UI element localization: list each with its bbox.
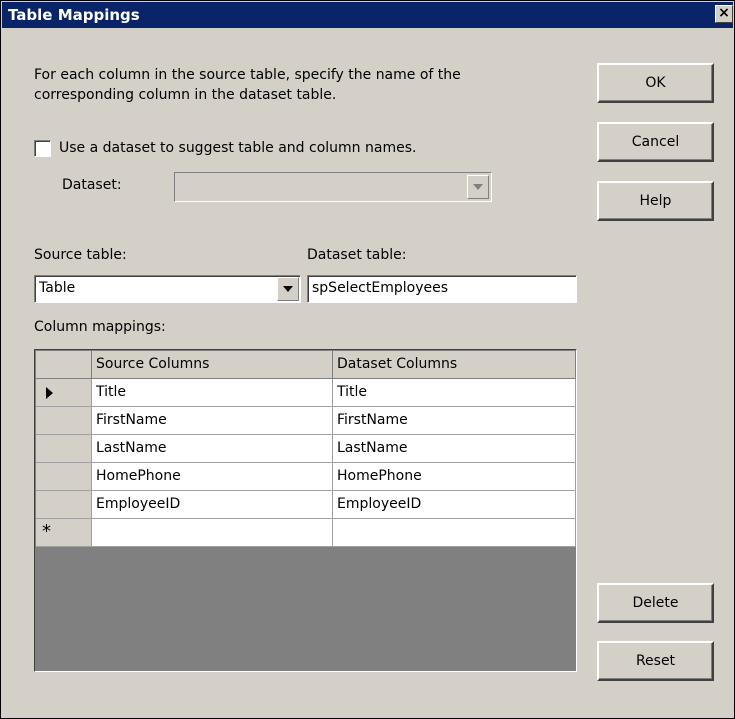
dataset-column-cell[interactable]: LastName (333, 435, 576, 463)
dataset-column-cell[interactable]: FirstName (333, 407, 576, 435)
dataset-table-input[interactable]: spSelectEmployees (307, 275, 577, 303)
source-column-cell[interactable]: FirstName (92, 407, 333, 435)
description-line-2: corresponding column in the dataset tabl… (34, 87, 337, 103)
dataset-column-cell[interactable]: Title (333, 379, 576, 407)
delete-button[interactable]: Delete (597, 583, 714, 623)
cancel-button-label: Cancel (631, 134, 680, 150)
dataset-label: Dataset: (62, 177, 122, 193)
dataset-columns-header[interactable]: Dataset Columns (333, 351, 576, 379)
table-row[interactable]: Title Title (36, 379, 576, 407)
triangle-right-icon (46, 387, 53, 399)
table-mappings-dialog: Table Mappings × For each column in the … (0, 0, 735, 719)
source-table-label: Source table: (34, 247, 127, 263)
table-row[interactable]: FirstName FirstName (36, 407, 576, 435)
description-line-1: For each column in the source table, spe… (34, 67, 461, 83)
dataset-column-cell[interactable] (333, 519, 576, 547)
use-dataset-checkbox[interactable] (34, 140, 51, 157)
source-columns-header[interactable]: Source Columns (92, 351, 333, 379)
chevron-down-icon (283, 286, 293, 292)
source-column-cell[interactable]: LastName (92, 435, 333, 463)
dataset-table-value: spSelectEmployees (312, 280, 449, 296)
dialog-title: Table Mappings (8, 6, 140, 24)
reset-button[interactable]: Reset (597, 641, 714, 681)
source-table-combobox[interactable]: Table (34, 275, 301, 303)
use-dataset-label[interactable]: Use a dataset to suggest table and colum… (59, 140, 416, 156)
ok-button-label: OK (645, 75, 666, 91)
close-icon: × (718, 5, 730, 21)
table-row[interactable]: HomePhone HomePhone (36, 463, 576, 491)
cancel-button[interactable]: Cancel (597, 122, 714, 162)
row-selector[interactable] (36, 491, 92, 519)
grid-header-row: Source Columns Dataset Columns (36, 351, 576, 379)
ok-button[interactable]: OK (597, 63, 714, 103)
close-button[interactable]: × (715, 5, 733, 23)
title-bar: Table Mappings × (2, 2, 733, 28)
chevron-down-icon (473, 184, 483, 190)
column-mappings-grid[interactable]: Source Columns Dataset Columns Title Tit… (34, 349, 577, 672)
row-selector[interactable] (36, 435, 92, 463)
reset-button-label: Reset (635, 653, 676, 669)
row-selector[interactable] (36, 379, 92, 407)
row-header-corner (36, 351, 92, 379)
source-column-cell[interactable]: HomePhone (92, 463, 333, 491)
table-row[interactable]: EmployeeID EmployeeID (36, 491, 576, 519)
dataset-dropdown-button (467, 175, 489, 199)
help-button[interactable]: Help (597, 181, 714, 221)
row-selector[interactable] (36, 407, 92, 435)
source-table-dropdown-button[interactable] (277, 277, 299, 301)
dataset-combobox (174, 172, 492, 202)
asterisk-icon: * (42, 521, 51, 542)
description: For each column in the source table, spe… (34, 65, 461, 105)
source-column-cell[interactable]: EmployeeID (92, 491, 333, 519)
dataset-table-label: Dataset table: (307, 247, 407, 263)
row-selector[interactable] (36, 463, 92, 491)
column-mappings-label: Column mappings: (34, 319, 166, 335)
dataset-column-cell[interactable]: HomePhone (333, 463, 576, 491)
delete-button-label: Delete (632, 595, 679, 611)
help-button-label: Help (639, 193, 672, 209)
source-column-cell[interactable] (92, 519, 333, 547)
source-column-cell[interactable]: Title (92, 379, 333, 407)
table-row[interactable]: LastName LastName (36, 435, 576, 463)
dataset-column-cell[interactable]: EmployeeID (333, 491, 576, 519)
source-table-value: Table (39, 280, 76, 296)
row-selector[interactable]: * (36, 519, 92, 547)
new-row[interactable]: * (36, 519, 576, 547)
